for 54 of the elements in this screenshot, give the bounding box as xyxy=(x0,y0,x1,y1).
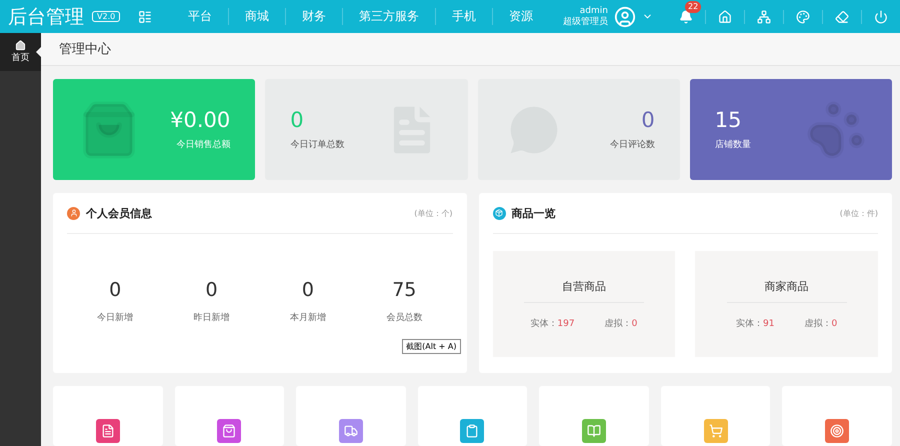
member-count: 0 xyxy=(206,279,218,301)
member-count: 0 xyxy=(302,279,314,301)
menu-toggle-icon[interactable] xyxy=(138,10,152,24)
version-badge: V2.0 xyxy=(92,11,120,22)
paw-icon xyxy=(805,98,867,160)
shortcut-card[interactable] xyxy=(418,386,528,446)
stat-label: 今日销售总额 xyxy=(176,138,230,151)
member-label: 会员总数 xyxy=(386,312,422,324)
page-title: 管理中心 xyxy=(41,33,900,66)
goods-stat: 虚拟：0 xyxy=(804,318,838,330)
member-label: 昨日新增 xyxy=(194,312,230,324)
goods-title: 自营商品 xyxy=(524,279,644,303)
bell-icon[interactable] xyxy=(679,10,693,24)
user-role: 超级管理员 xyxy=(563,16,608,28)
sidebar-item[interactable]: 首页 xyxy=(0,33,41,71)
goods-stat: 虚拟：0 xyxy=(604,318,638,330)
goods-stat: 实体：197 xyxy=(530,318,575,330)
shortcut-card[interactable] xyxy=(539,386,649,446)
panel-title: 个人会员信息 xyxy=(86,206,152,220)
nav-item[interactable]: 第三方服务 xyxy=(343,8,436,25)
nav-item[interactable]: 手机 xyxy=(436,8,494,25)
stat-label: 今日评论数 xyxy=(610,138,655,151)
stat-label: 店铺数量 xyxy=(714,138,751,151)
nav-item[interactable]: 资源 xyxy=(493,8,550,25)
goods-title: 商家商品 xyxy=(726,279,847,303)
shortcut-card[interactable] xyxy=(782,386,892,446)
nav-item[interactable]: 财务 xyxy=(286,8,344,25)
shortcut-card[interactable] xyxy=(53,386,163,446)
stat-label: 今日订单总数 xyxy=(290,138,344,151)
user-icon xyxy=(67,206,80,220)
unit-label: (单位：个) xyxy=(414,208,452,218)
nav-item[interactable]: 商城 xyxy=(229,8,286,25)
stat-value: 0 xyxy=(641,108,655,132)
tooltip: 截图(Alt + A) xyxy=(402,339,460,354)
user-name: admin xyxy=(580,6,608,16)
member-label: 今日新增 xyxy=(97,312,134,324)
stat-value: ¥0.00 xyxy=(170,108,230,132)
package-icon xyxy=(492,206,506,220)
nav-item[interactable]: 平台 xyxy=(172,8,230,25)
shortcut-card[interactable] xyxy=(296,386,406,446)
notification-badge: 22 xyxy=(685,0,702,12)
avatar-icon[interactable] xyxy=(614,6,636,28)
member-count: 0 xyxy=(109,279,122,301)
app-title: 后台管理 xyxy=(8,4,84,30)
home-icon xyxy=(15,40,26,51)
stat-value: 0 xyxy=(290,108,304,132)
shortcut-card[interactable] xyxy=(174,386,284,446)
member-count: 75 xyxy=(392,279,416,301)
stat-value: 15 xyxy=(714,108,742,132)
member-label: 本月新增 xyxy=(290,312,326,324)
unit-label: (单位：件) xyxy=(840,208,878,218)
goods-stat: 实体：91 xyxy=(736,318,774,330)
shortcut-card[interactable] xyxy=(660,386,770,446)
panel-title: 商品一览 xyxy=(512,206,556,220)
